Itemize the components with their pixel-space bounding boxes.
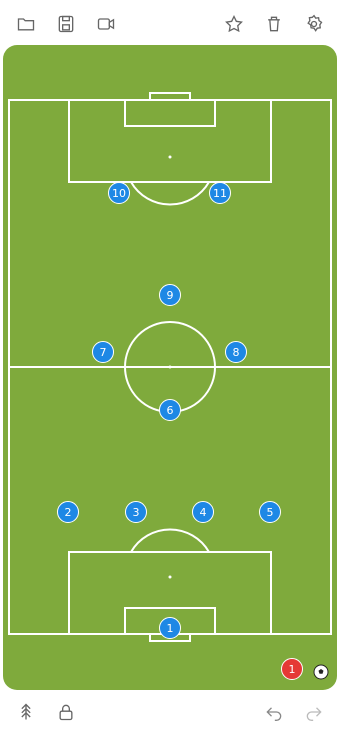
folder-icon[interactable] xyxy=(12,10,40,38)
lock-icon[interactable] xyxy=(52,698,80,726)
player-6[interactable]: 6 xyxy=(159,399,181,421)
bottom-toolbar xyxy=(0,690,340,735)
star-icon[interactable] xyxy=(220,10,248,38)
trash-icon[interactable] xyxy=(260,10,288,38)
undo-icon[interactable] xyxy=(260,698,288,726)
player-11[interactable]: 11 xyxy=(209,182,231,204)
player-3[interactable]: 3 xyxy=(125,501,147,523)
opponent-player-1[interactable]: 1 xyxy=(281,658,303,680)
pitch-markings xyxy=(8,92,332,642)
soccer-pitch[interactable]: 1 2 3 4 5 6 7 8 9 10 11 1 xyxy=(3,45,337,690)
top-toolbar xyxy=(0,0,340,46)
formation-icon[interactable] xyxy=(12,698,40,726)
redo-icon[interactable] xyxy=(300,698,328,726)
player-10[interactable]: 10 xyxy=(108,182,130,204)
player-2[interactable]: 2 xyxy=(57,501,79,523)
player-7[interactable]: 7 xyxy=(92,341,114,363)
video-icon[interactable] xyxy=(92,10,120,38)
player-5[interactable]: 5 xyxy=(259,501,281,523)
player-8[interactable]: 8 xyxy=(225,341,247,363)
save-icon[interactable] xyxy=(52,10,80,38)
settings-icon[interactable] xyxy=(300,10,328,38)
ball-icon[interactable] xyxy=(313,664,329,680)
player-1[interactable]: 1 xyxy=(159,617,181,639)
player-4[interactable]: 4 xyxy=(192,501,214,523)
player-9[interactable]: 9 xyxy=(159,284,181,306)
